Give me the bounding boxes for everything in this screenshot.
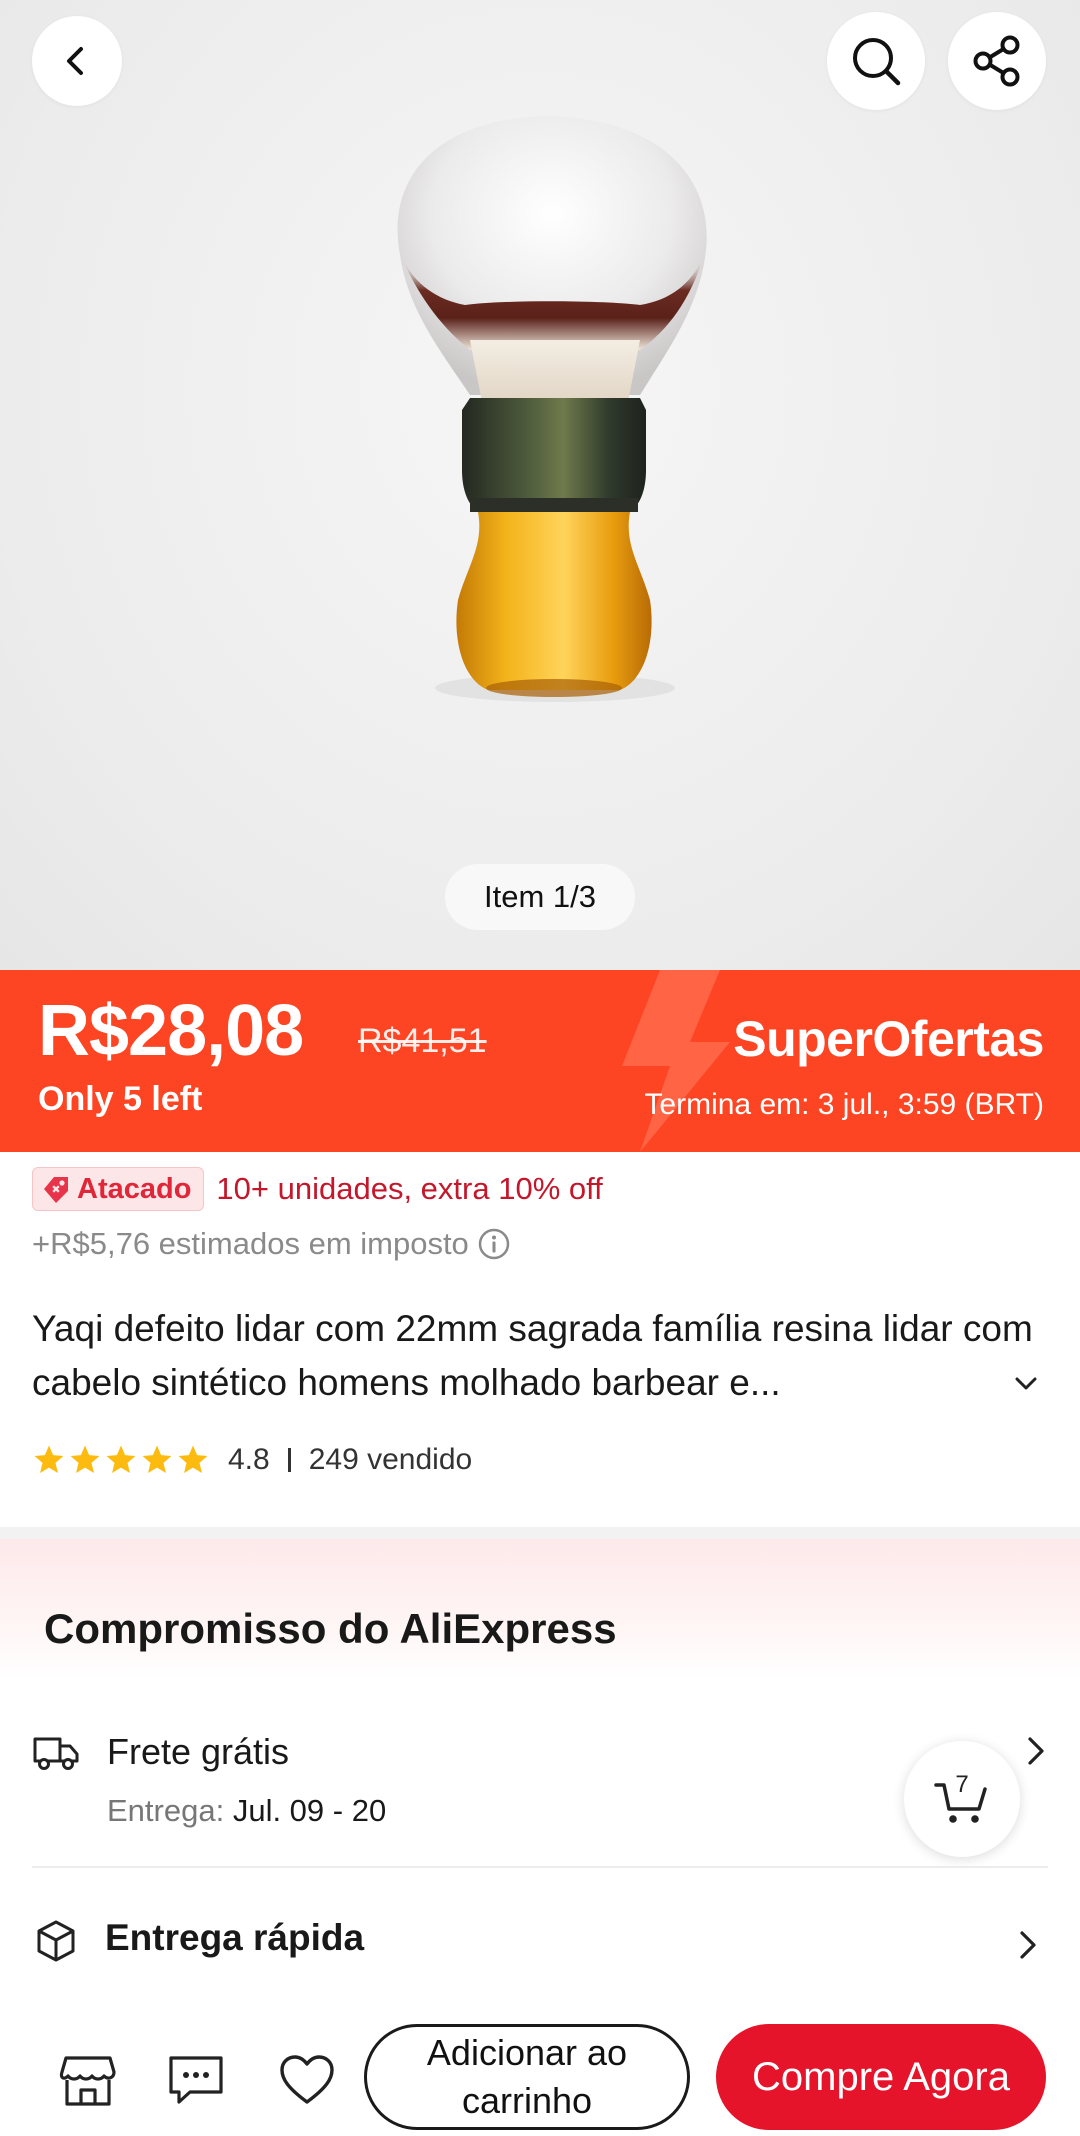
sale-price: R$28,08 xyxy=(38,991,304,1071)
product-photo xyxy=(397,116,707,702)
commitment-title: Compromisso do AliExpress xyxy=(44,1605,617,1652)
floating-cart-button[interactable]: 7 xyxy=(904,1741,1020,1857)
cart-count: 7 xyxy=(955,1771,969,1798)
campaign-end-time: Termina em: 3 jul., 3:59 (BRT) xyxy=(644,1088,1044,1121)
chat-icon[interactable] xyxy=(166,2052,226,2108)
info-icon[interactable] xyxy=(477,1227,511,1261)
delivery-estimate: Entrega: Jul. 09 - 20 xyxy=(107,1793,386,1829)
tax-estimate[interactable]: +R$5,76 estimados em imposto xyxy=(32,1226,511,1262)
wholesale-tag: Atacado xyxy=(32,1167,205,1211)
shipping-row[interactable]: Frete grátis Entrega: Jul. 09 - 20 xyxy=(32,1725,1048,1835)
rating-stars xyxy=(32,1443,210,1477)
search-icon xyxy=(853,38,901,86)
heart-icon[interactable] xyxy=(278,2052,336,2108)
rating-row[interactable]: 4.8 249 vendido xyxy=(32,1438,472,1482)
tag-icon xyxy=(44,1177,68,1203)
sold-count: 249 vendido xyxy=(308,1443,473,1476)
delivery-dates: Jul. 09 - 20 xyxy=(232,1793,387,1828)
box-icon xyxy=(37,1920,75,1962)
star-icon xyxy=(70,1445,100,1474)
image-counter: Item 1/3 xyxy=(445,864,635,930)
wholesale-offer[interactable]: Atacado 10+ unidades, extra 10% off xyxy=(32,1167,603,1211)
buy-now-button[interactable]: Compre Agora xyxy=(716,2024,1046,2130)
chevron-right-icon xyxy=(1020,1931,1036,1959)
rating-value: 4.8 xyxy=(228,1443,270,1476)
chevron-down-icon[interactable] xyxy=(1012,1374,1040,1394)
share-icon xyxy=(973,35,1020,87)
rating-separator xyxy=(287,1448,291,1472)
wholesale-text: 10+ unidades, extra 10% off xyxy=(216,1171,603,1206)
delivery-label: Entrega: xyxy=(107,1793,225,1828)
row-divider xyxy=(32,1866,1048,1868)
fast-delivery-row[interactable]: Entrega rápida xyxy=(32,1915,1048,1975)
campaign-name: SuperOfertas xyxy=(733,1011,1044,1067)
shipping-title: Frete grátis xyxy=(107,1731,290,1772)
bottom-action-bar: Adicionar ao carrinho Compre Agora xyxy=(0,2006,1080,2136)
truck-icon xyxy=(33,1737,79,1770)
original-price: R$41,51 xyxy=(358,1022,487,1060)
lightning-decoration xyxy=(622,970,730,1152)
search-button[interactable] xyxy=(827,12,925,110)
back-button[interactable] xyxy=(32,16,122,106)
price-banner: R$28,08 R$41,51 Only 5 left SuperOfertas… xyxy=(0,970,1080,1152)
store-icon[interactable] xyxy=(58,2052,118,2108)
section-divider xyxy=(0,1527,1080,1539)
add-to-cart-button[interactable]: Adicionar ao carrinho xyxy=(364,2024,690,2130)
fast-delivery-title: Entrega rápida xyxy=(105,1917,365,1958)
star-icon xyxy=(142,1445,172,1474)
product-image-gallery[interactable]: Item 1/3 xyxy=(0,0,1080,970)
stock-left: Only 5 left xyxy=(38,1080,203,1118)
star-icon xyxy=(34,1445,64,1474)
wholesale-tag-label: Atacado xyxy=(77,1172,192,1205)
tax-text: +R$5,76 estimados em imposto xyxy=(32,1226,469,1261)
back-icon xyxy=(67,47,83,75)
star-icon xyxy=(178,1445,208,1474)
product-title[interactable]: Yaqi defeito lidar com 22mm sagrada famí… xyxy=(32,1302,1042,1410)
chevron-right-icon xyxy=(1028,1737,1044,1765)
share-button[interactable] xyxy=(948,12,1046,110)
star-icon xyxy=(106,1445,136,1474)
